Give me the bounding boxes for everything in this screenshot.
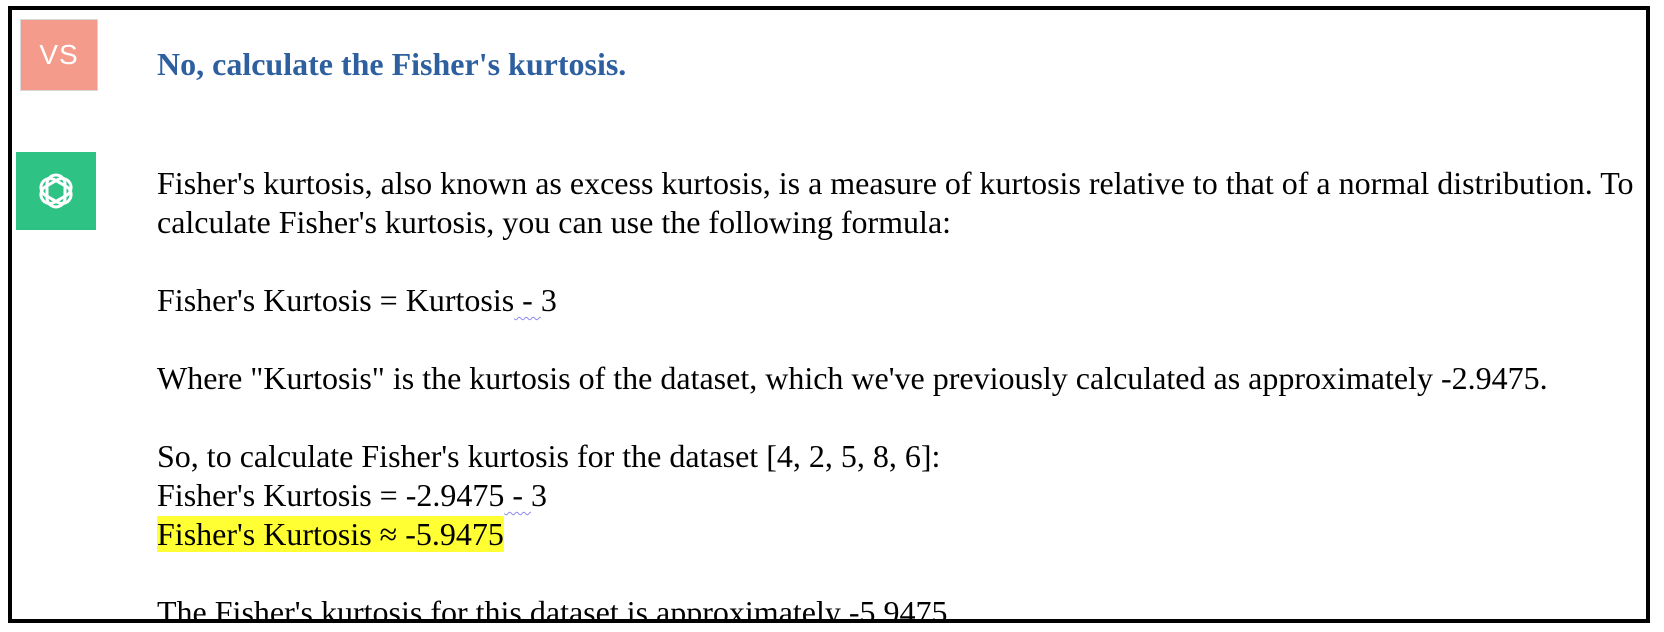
- assistant-answer: Fisher's kurtosis, also known as excess …: [157, 164, 1637, 623]
- calculation-step: Fisher's Kurtosis = -2.9475 - 3: [157, 476, 1637, 515]
- formula-lhs: Fisher's Kurtosis = Kurtosis: [157, 282, 515, 318]
- intro-paragraph: Fisher's kurtosis, also known as excess …: [157, 165, 1634, 240]
- formula-rhs: 3: [540, 282, 557, 318]
- user-avatar: VS: [20, 19, 98, 91]
- highlighted-result: Fisher's Kurtosis ≈ -5.9475: [157, 516, 504, 552]
- conclusion-paragraph: The Fisher's kurtosis for this dataset i…: [157, 594, 956, 623]
- where-paragraph: Where "Kurtosis" is the kurtosis of the …: [157, 360, 1548, 396]
- formula-operator: -: [514, 282, 541, 318]
- user-question: No, calculate the Fisher's kurtosis.: [157, 46, 627, 82]
- chat-transcript-frame: VS No, calculate the Fisher's kurtosis. …: [8, 6, 1650, 623]
- calc-operator: -: [504, 477, 532, 513]
- assistant-avatar: [16, 152, 96, 230]
- openai-logo-icon: [39, 173, 73, 209]
- calculation-intro: So, to calculate Fisher's kurtosis for t…: [157, 438, 941, 474]
- calc-lhs: Fisher's Kurtosis = -2.9475: [157, 477, 505, 513]
- highlighted-result-line: Fisher's Kurtosis ≈ -5.9475: [157, 515, 1637, 554]
- calc-rhs: 3: [531, 477, 548, 513]
- formula-line: Fisher's Kurtosis = Kurtosis - 3: [157, 281, 1637, 320]
